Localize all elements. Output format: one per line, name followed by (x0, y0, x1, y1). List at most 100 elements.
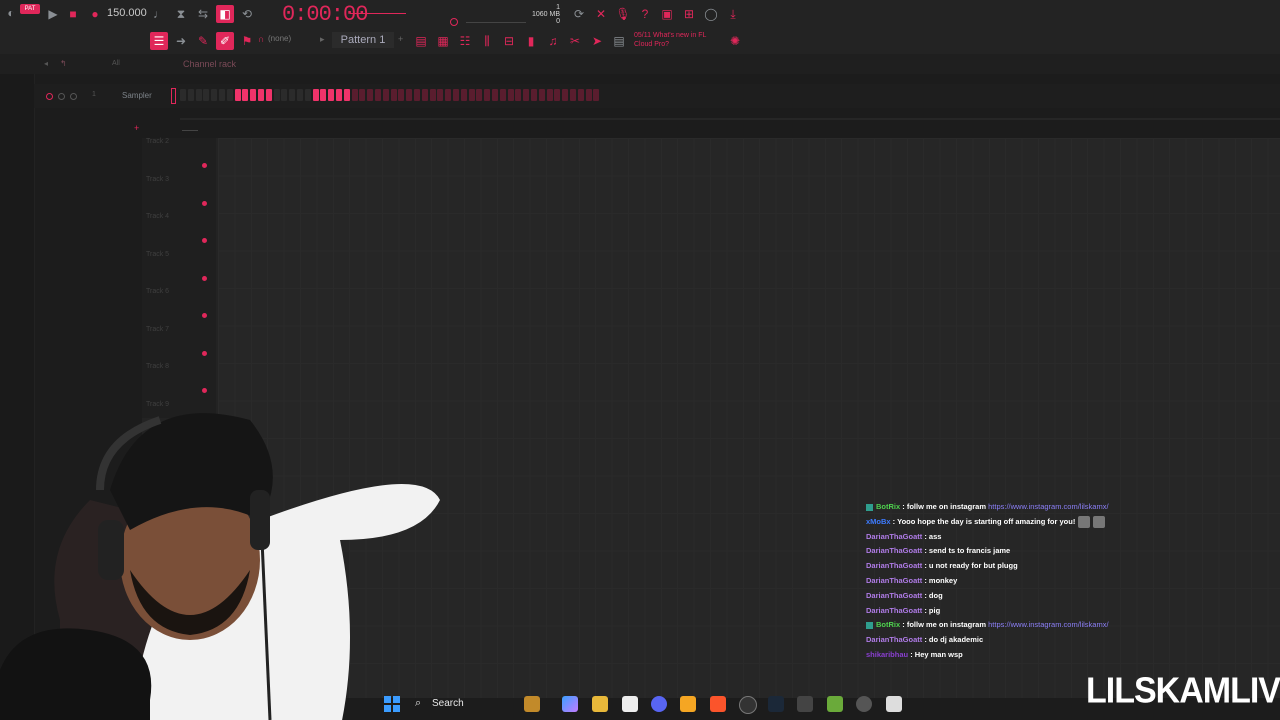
step-button[interactable] (258, 89, 264, 101)
step-button[interactable] (351, 89, 358, 101)
chat-username[interactable]: DarianThaGoatt (866, 546, 922, 555)
step-button[interactable] (226, 89, 233, 101)
track-mute-icon[interactable] (202, 350, 207, 356)
step-button[interactable] (328, 89, 335, 101)
track-mute-icon[interactable] (202, 313, 207, 318)
step-button[interactable] (343, 89, 350, 101)
loop-record-icon[interactable]: ⟲ (238, 5, 256, 23)
project-info-icon[interactable]: ▤ (610, 32, 628, 50)
brave-icon[interactable] (710, 696, 726, 712)
step-button[interactable] (250, 89, 257, 101)
download-icon[interactable]: ⤓ (724, 5, 742, 23)
step-button[interactable] (492, 89, 498, 101)
playlist-window-icon[interactable]: ▤ (412, 32, 430, 50)
track-label[interactable]: Track 8 (146, 363, 169, 370)
step-button[interactable] (289, 89, 296, 101)
news-settings-icon[interactable]: ✺ (726, 32, 744, 50)
channel-select-indicator[interactable] (171, 88, 176, 104)
chat-username[interactable]: DarianThaGoatt (866, 606, 922, 615)
rack-horizontal-scroll[interactable] (180, 118, 1280, 120)
step-button[interactable] (414, 89, 420, 101)
app-icon[interactable] (797, 696, 813, 712)
refresh-icon[interactable]: ⟳ (570, 5, 588, 23)
mixer-icon[interactable]: ✕ (592, 5, 610, 23)
brush-icon[interactable]: ✐ (216, 32, 234, 50)
step-button[interactable] (398, 89, 405, 101)
step-button[interactable] (445, 89, 452, 101)
stop-icon[interactable]: ■ (64, 5, 82, 23)
step-button[interactable] (577, 89, 584, 101)
file-explorer-icon[interactable] (592, 696, 608, 712)
step-button[interactable] (375, 89, 381, 101)
chat-username[interactable]: DarianThaGoatt (866, 561, 922, 570)
step-button[interactable] (265, 89, 272, 101)
magnet-icon[interactable]: ∩ (258, 34, 264, 44)
chat-link[interactable]: https://www.instagram.com/lilskamx/ (988, 620, 1108, 629)
step-edit-icon[interactable]: ◧ (216, 5, 234, 23)
step-button[interactable] (180, 89, 186, 101)
step-button[interactable] (203, 89, 210, 101)
step-button[interactable] (515, 89, 522, 101)
step-button[interactable] (304, 89, 311, 101)
play-icon[interactable]: ▶ (44, 5, 62, 23)
channel-name-sampler[interactable]: Sampler (122, 91, 152, 100)
step-button[interactable] (499, 89, 506, 101)
fl-studio-icon[interactable] (680, 696, 696, 712)
discord-icon[interactable] (651, 696, 667, 712)
track-mute-icon[interactable] (202, 200, 207, 206)
channel-rack-icon[interactable]: ☷ (456, 32, 474, 50)
step-button[interactable] (468, 89, 475, 101)
step-button[interactable] (476, 89, 483, 101)
arrow-icon[interactable]: ➜ (172, 32, 190, 50)
step-button[interactable] (234, 89, 241, 101)
browser-icon[interactable]: ⊟ (500, 32, 518, 50)
obs-icon[interactable] (739, 696, 757, 714)
wait-input-icon[interactable]: ⧗ (172, 5, 190, 23)
track-mute-icon[interactable] (202, 275, 207, 281)
step-button[interactable] (453, 89, 459, 101)
step-button[interactable] (320, 89, 327, 101)
step-button[interactable] (562, 89, 569, 101)
plugin-db-icon[interactable]: ▮ (522, 32, 540, 50)
playlist-icon[interactable]: ☰ (150, 32, 168, 50)
chat-username[interactable]: BotRix (876, 502, 900, 511)
step-button[interactable] (312, 89, 319, 101)
record-icon[interactable]: ● (86, 5, 104, 23)
track-label[interactable]: Track 4 (146, 213, 169, 220)
track-mute-icon[interactable] (202, 238, 207, 243)
master-volume-slider[interactable] (350, 13, 406, 14)
step-button[interactable] (531, 89, 537, 101)
stamp-icon[interactable]: ⚑ (238, 32, 256, 50)
track-label[interactable]: Track 7 (146, 326, 169, 333)
countdown-icon[interactable]: ⇆ (194, 5, 212, 23)
track-label[interactable]: Track 3 (146, 176, 169, 183)
save-icon[interactable]: ▣ (658, 5, 676, 23)
piano-roll-icon[interactable]: ▦ (434, 32, 452, 50)
step-button[interactable] (195, 89, 202, 101)
pattern-add-icon[interactable]: + (398, 34, 403, 44)
channel-number[interactable]: 1 (92, 91, 96, 98)
step-button[interactable] (538, 89, 545, 101)
step-button[interactable] (219, 89, 225, 101)
plugin-icon[interactable]: ⊞ (680, 5, 698, 23)
pattern-prev-icon[interactable]: ▸ (320, 34, 325, 45)
step-button[interactable] (359, 89, 366, 101)
browser-fwd-icon[interactable]: ↰ (60, 59, 67, 68)
chat-username[interactable]: shikaribhau (866, 650, 908, 659)
step-button[interactable] (421, 89, 428, 101)
ms-store-icon[interactable] (622, 696, 638, 712)
mixer-window-icon[interactable]: ⫼ (478, 32, 496, 50)
step-button[interactable] (406, 89, 413, 101)
wrench-icon[interactable]: ✂ (566, 32, 584, 50)
track-label[interactable]: Track 2 (146, 138, 169, 145)
chat-icon[interactable]: ◯ (702, 5, 720, 23)
step-button[interactable] (593, 89, 600, 101)
chat-username[interactable]: DarianThaGoatt (866, 635, 922, 644)
song-time-display[interactable]: 0:00:00 (282, 2, 368, 27)
steam-icon[interactable] (768, 696, 784, 712)
add-channel-icon[interactable]: + (134, 123, 139, 133)
step-button[interactable] (523, 89, 530, 101)
step-button[interactable] (367, 89, 374, 101)
minecraft-icon[interactable] (827, 696, 843, 712)
chat-username[interactable]: BotRix (876, 620, 900, 629)
